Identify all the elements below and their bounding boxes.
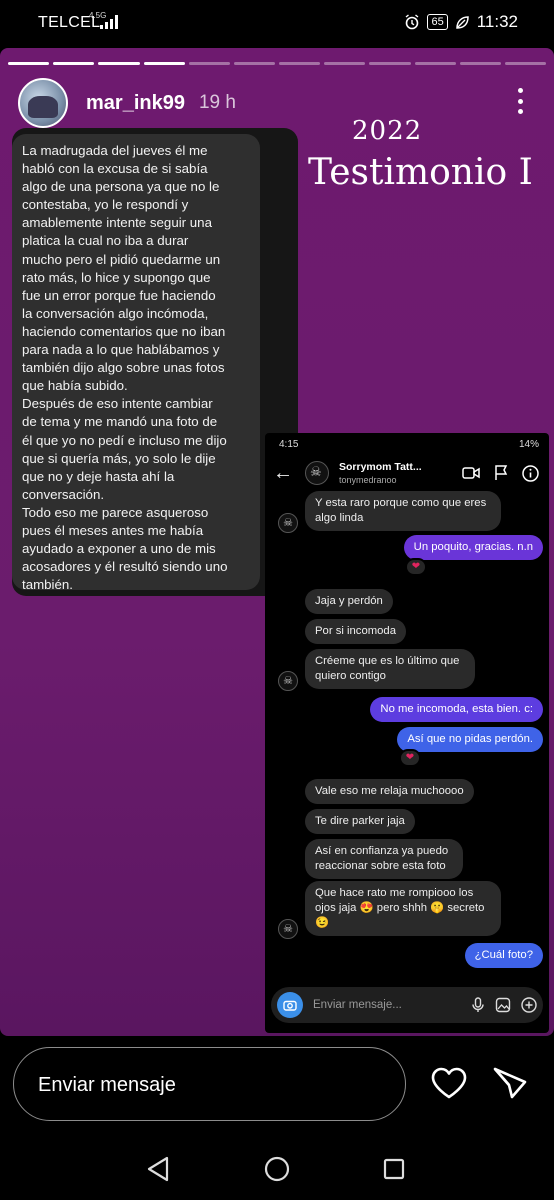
chat-messages: Y esta raro porque como que eres algo li… [265,491,549,971]
story-progress-segment [233,62,276,65]
message-outgoing: Así que no pidas perdón. [397,727,543,752]
signal-icon [100,15,118,29]
story-username[interactable]: mar_ink99 [86,92,185,115]
story-progress-segment [459,62,501,65]
contact-mini-avatar: ☠ [278,919,298,939]
story-progress-segment [8,62,50,65]
alarm-icon [406,14,419,30]
story-progress-segment [98,62,140,65]
story-frame[interactable]: mar_ink99 19 h 2022 Testimonio I La madr… [0,48,554,1036]
message-incoming: Y esta raro porque como que eres algo li… [305,491,501,531]
story-progress-segment [504,62,547,65]
more-vertical-icon[interactable] [518,88,524,114]
add-circle-icon [521,997,537,1013]
testimony-text: La madrugada del jueves él me habló con … [12,134,260,592]
leaf-icon [455,15,469,29]
chat-status-battery: 14% [518,438,539,450]
back-arrow-icon: ← [273,461,293,484]
contact-mini-avatar: ☠ [278,513,298,533]
chat-status-time: 4:15 [279,438,299,450]
message-incoming: Que hace rato me rompiooo los ojos jaja … [305,881,501,936]
story-title: Testimonio I [308,152,533,193]
contact-handle: tonymedranoo [339,475,397,485]
status-bar: TELCEL 4.5G 65 11:32 [0,0,554,46]
message-incoming: Así en confianza ya puedo reaccionar sob… [305,839,463,879]
message-outgoing: No me incomoda, esta bien. c: [370,697,543,722]
testimony-card: La madrugada del jueves él me habló con … [12,128,298,596]
avatar[interactable] [18,78,68,128]
microphone-icon [472,997,484,1012]
message-incoming: Créeme que es lo último que quiero conti… [305,649,475,689]
chat-composer: Enviar mensaje... [271,987,543,1023]
story-time: 19 h [198,92,236,113]
chat-screenshot: 4:15 14% ← Sorrymom Tatt... tonymedranoo… [265,433,549,1033]
system-nav-bar [0,1140,554,1200]
story-year: 2022 [352,116,423,146]
info-icon [522,464,539,482]
story-progress-segment [53,62,95,65]
contact-name: Sorrymom Tatt... [339,461,422,473]
message-incoming: Por si incomoda [305,619,406,644]
nav-recents-icon[interactable] [383,1158,405,1180]
message-incoming: Vale eso me relaja muchoooo [305,779,474,804]
heart-reaction: ❤ [405,558,427,576]
story-progress-segment [369,62,411,65]
story-progress-segment [324,62,366,65]
nav-back-icon[interactable] [146,1156,170,1182]
nav-home-icon[interactable] [264,1156,290,1182]
battery-indicator: 65 [427,14,448,30]
contact-avatar [305,461,329,485]
chat-status-bar: 4:15 14% [265,433,549,455]
heart-reaction: ❤ [399,749,421,767]
story-progress [8,62,547,65]
send-icon[interactable] [492,1066,528,1100]
contact-mini-avatar: ☠ [278,671,298,691]
message-incoming: Jaja y perdón [305,589,393,614]
message-outgoing: ¿Cuál foto? [464,943,543,968]
story-progress-segment [414,62,456,65]
heart-icon[interactable] [430,1066,468,1100]
chat-header: ← Sorrymom Tatt... tonymedranoo [265,455,549,491]
story-progress-segment [143,62,185,65]
chat-composer-placeholder: Enviar mensaje... [313,999,402,1011]
story-header: mar_ink99 19 h [18,78,236,128]
gallery-icon [495,997,511,1013]
message-outgoing: Un poquito, gracias. n.n [403,535,543,560]
message-incoming: Te dire parker jaja [305,809,415,834]
story-progress-segment [279,62,321,65]
reply-placeholder: Enviar mensaje [38,1074,176,1096]
reply-input[interactable]: Enviar mensaje [13,1047,406,1121]
video-call-icon [462,467,480,479]
story-progress-segment [188,62,230,65]
clock: 11:32 [476,12,518,31]
flag-icon [495,465,508,480]
camera-icon [277,992,303,1018]
